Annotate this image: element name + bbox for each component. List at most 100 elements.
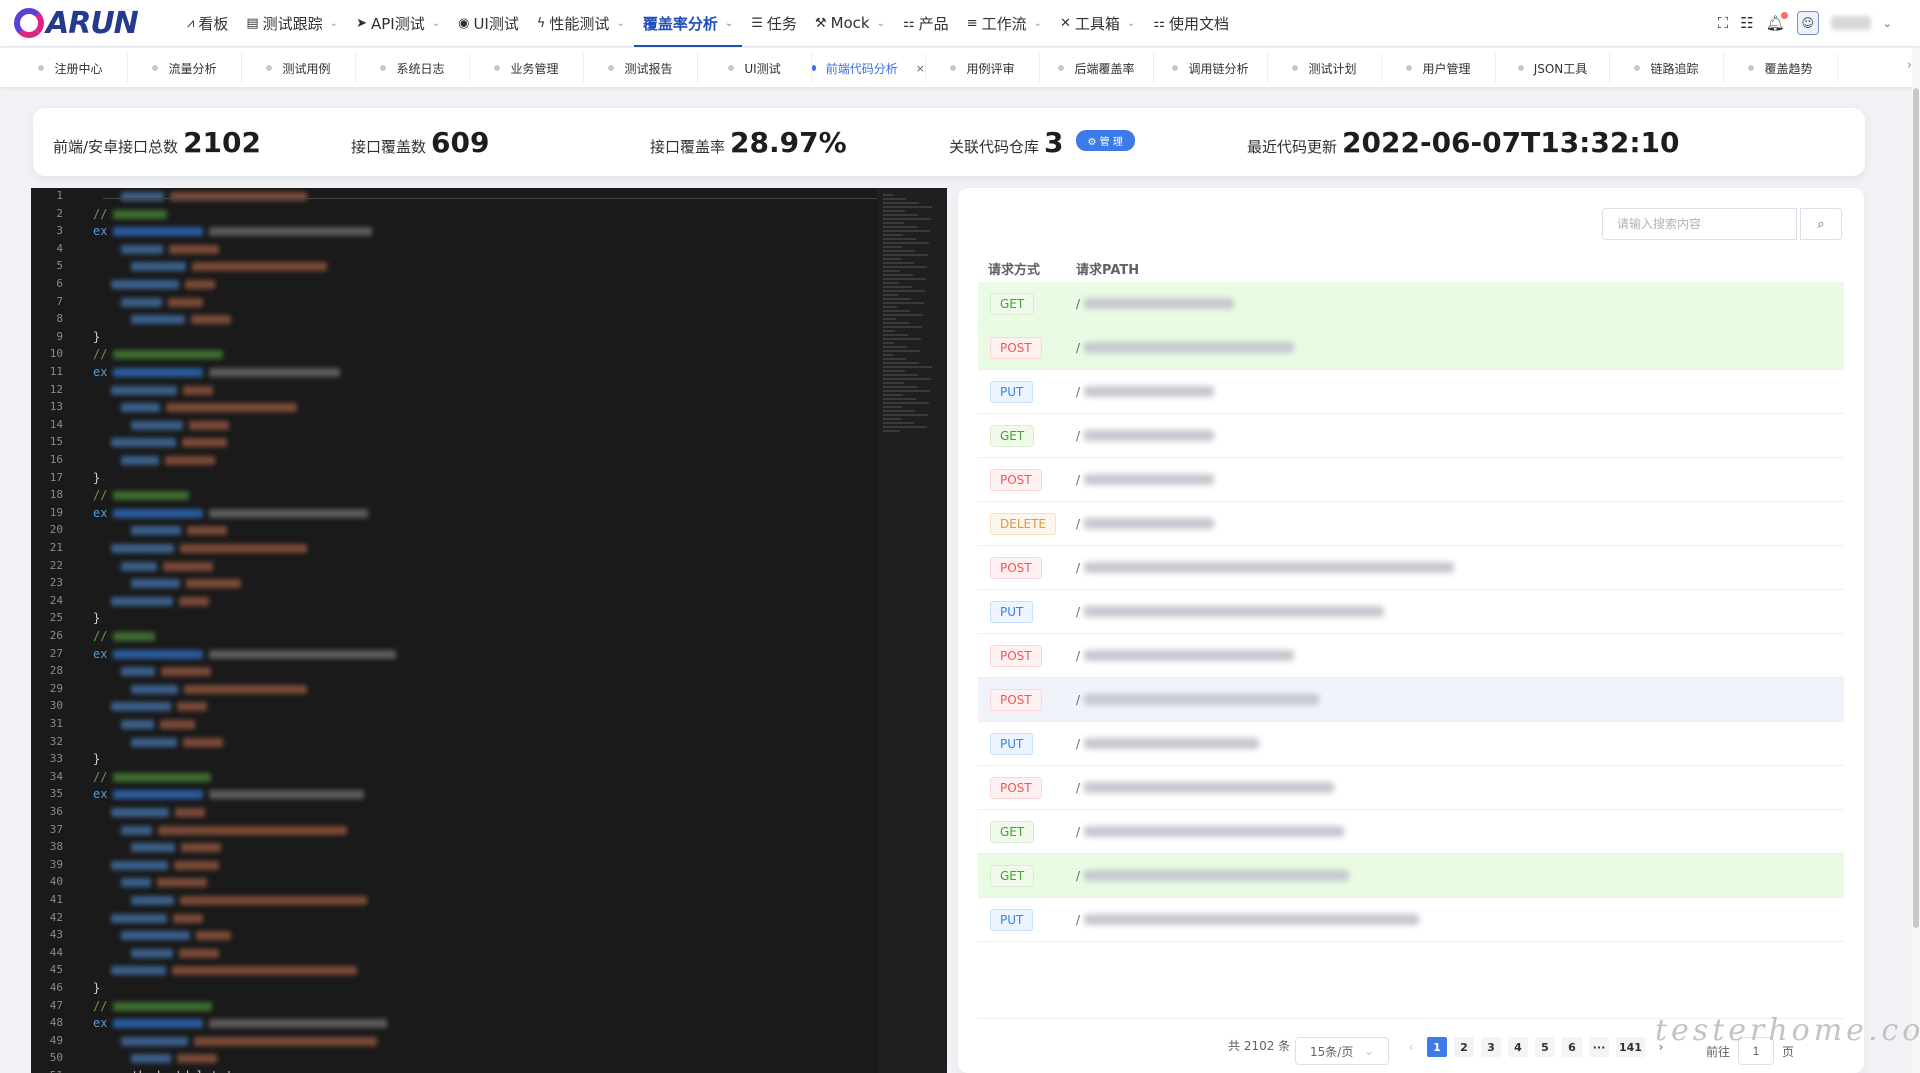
stat-covered: 接口覆盖数 609 bbox=[351, 126, 489, 159]
tab-8[interactable]: 用例评审 bbox=[926, 53, 1040, 83]
code-editor[interactable]: 1 2 3 4 5 6 7 8 9 10 11 12 13 14 15 16 17 18 19 20 21 22 23 24 2… bbox=[31, 188, 947, 1073]
table-row[interactable]: PUT / bbox=[978, 370, 1844, 414]
scrollbar-thumb[interactable] bbox=[1913, 88, 1919, 928]
tab-14[interactable]: 链路追踪 bbox=[1610, 53, 1724, 83]
table-row[interactable]: PUT / bbox=[978, 722, 1844, 766]
nav-item-5[interactable]: 覆盖率分析 ⌄ bbox=[633, 0, 743, 47]
nav-item-7[interactable]: ⚒ Mock ⌄ bbox=[806, 0, 894, 46]
table-row[interactable]: PUT / bbox=[978, 898, 1844, 942]
tab-5[interactable]: 测试报告 bbox=[584, 53, 698, 83]
minimap-line bbox=[883, 334, 908, 336]
nav-item-1[interactable]: ▤ 测试跟踪 ⌄ bbox=[237, 0, 347, 46]
nav-item-11[interactable]: ⚏ 使用文档 bbox=[1144, 0, 1238, 46]
nav-item-9[interactable]: ≡ 工作流 ⌄ bbox=[958, 0, 1051, 46]
tab-2[interactable]: 测试用例 bbox=[242, 53, 356, 83]
line-number: 16 bbox=[49, 453, 63, 466]
prev-page-icon[interactable]: ‹ bbox=[1402, 1040, 1420, 1054]
minimap-line bbox=[883, 278, 926, 280]
table-row[interactable]: GET / bbox=[978, 810, 1844, 854]
username-blurred[interactable] bbox=[1830, 16, 1871, 30]
code-line: } bbox=[93, 470, 101, 485]
code-line: ex bbox=[93, 647, 397, 663]
table-row[interactable]: DELETE / bbox=[978, 502, 1844, 546]
minimap-line bbox=[883, 362, 919, 364]
code-line bbox=[93, 699, 207, 715]
page-number[interactable]: 6 bbox=[1562, 1037, 1582, 1057]
table-row[interactable]: POST / bbox=[978, 766, 1844, 810]
method-tag: POST bbox=[990, 644, 1042, 667]
tab-10[interactable]: 调用链分析 bbox=[1154, 53, 1268, 83]
search-input[interactable] bbox=[1602, 208, 1797, 240]
method-tag: POST bbox=[990, 556, 1042, 579]
page-number[interactable]: ··· bbox=[1589, 1037, 1609, 1057]
stat-repo-value: 3 bbox=[1044, 126, 1064, 159]
checklist-icon[interactable]: ☷ bbox=[1740, 14, 1753, 32]
tab-label: 覆盖趋势 bbox=[1764, 61, 1813, 76]
tab-label: 前端代码分析 bbox=[825, 61, 898, 76]
minimap-line bbox=[883, 262, 914, 264]
tab-6[interactable]: UI测试 bbox=[698, 53, 812, 83]
minimap-line bbox=[883, 226, 917, 228]
table-row[interactable]: POST / bbox=[978, 458, 1844, 502]
method-cell: DELETE bbox=[978, 512, 1076, 535]
table-row[interactable]: POST / bbox=[978, 634, 1844, 678]
tab-15[interactable]: 覆盖趋势 bbox=[1724, 53, 1838, 83]
nav-item-2[interactable]: ➤ API测试 ⌄ bbox=[347, 0, 449, 46]
chevron-down-icon: ⌄ bbox=[616, 17, 625, 29]
minimap-line bbox=[883, 422, 914, 424]
minimap-line bbox=[883, 414, 928, 416]
nav-item-label: 使用文档 bbox=[1168, 14, 1229, 33]
table-row[interactable]: POST / bbox=[978, 326, 1844, 370]
tab-9[interactable]: 后端覆盖率 bbox=[1040, 53, 1154, 83]
table-row[interactable]: GET / bbox=[978, 282, 1844, 326]
tab-4[interactable]: 业务管理 bbox=[470, 53, 584, 83]
code-line: ex bbox=[93, 787, 365, 803]
search-button[interactable]: ⌕ bbox=[1800, 208, 1842, 240]
chevron-down-icon[interactable]: ⌄ bbox=[1883, 17, 1892, 30]
nav-item-6[interactable]: ☰ 任务 bbox=[742, 0, 806, 46]
method-cell: PUT bbox=[978, 380, 1076, 403]
tab-12[interactable]: 用户管理 bbox=[1382, 53, 1496, 83]
line-number: 15 bbox=[49, 435, 63, 449]
tab-11[interactable]: 测试计划 bbox=[1268, 53, 1382, 83]
code-line bbox=[93, 435, 227, 451]
nav-item-3[interactable]: ◉ UI测试 bbox=[449, 0, 528, 46]
page-number[interactable]: 4 bbox=[1508, 1037, 1528, 1057]
close-icon[interactable]: × bbox=[916, 62, 925, 75]
table-row[interactable]: GET / bbox=[978, 414, 1844, 458]
page-size-select[interactable]: 15条/页 ⌄ bbox=[1295, 1037, 1389, 1065]
path-cell-blurred: / bbox=[1076, 913, 1420, 927]
nav-item-10[interactable]: ✕ 工具箱 ⌄ bbox=[1051, 0, 1144, 46]
tags-list: 注册中心 流量分析 测试用例 系统日志 业务管理 测试报告 UI测试 前端代码分析 × 用例评审 后… bbox=[14, 53, 1838, 83]
nav-item-4[interactable]: ϟ 性能测试 ⌄ bbox=[528, 0, 634, 46]
tab-3[interactable]: 系统日志 bbox=[356, 53, 470, 83]
stat-rate-value: 28.97% bbox=[730, 126, 847, 159]
send-icon: ➤ bbox=[356, 15, 367, 31]
avatar[interactable]: ☺ bbox=[1796, 11, 1819, 35]
table-row[interactable]: GET / bbox=[978, 854, 1844, 898]
tab-13[interactable]: JSON工具 bbox=[1496, 53, 1610, 83]
editor-minimap[interactable] bbox=[877, 188, 947, 1073]
tab-7[interactable]: 前端代码分析 × bbox=[812, 53, 926, 83]
manage-repos-button[interactable]: ⚙ 管 理 bbox=[1075, 130, 1135, 151]
table-row[interactable]: POST / bbox=[978, 546, 1844, 590]
method-tag: PUT bbox=[990, 732, 1034, 755]
page-number[interactable]: 5 bbox=[1535, 1037, 1555, 1057]
page-number[interactable]: 1 bbox=[1427, 1037, 1447, 1057]
table-row[interactable]: PUT / bbox=[978, 590, 1844, 634]
table-row[interactable]: POST / bbox=[978, 678, 1844, 722]
nav-item-0[interactable]: ⩘ 看板 bbox=[178, 0, 237, 46]
minimap-line bbox=[883, 322, 909, 324]
stat-total: 前端/安卓接口总数 2102 bbox=[53, 126, 261, 159]
nav-item-8[interactable]: ⚏ 产品 bbox=[894, 0, 958, 46]
arun-logo[interactable]: ARUN bbox=[14, 6, 139, 41]
tab-0[interactable]: 注册中心 bbox=[14, 53, 128, 83]
path-cell-blurred: / bbox=[1076, 825, 1345, 839]
tab-1[interactable]: 流量分析 bbox=[128, 53, 242, 83]
page-number[interactable]: 3 bbox=[1481, 1037, 1501, 1057]
bell-icon[interactable]: 🔔︎ bbox=[1766, 12, 1788, 32]
page-number[interactable]: 141 bbox=[1616, 1037, 1645, 1057]
page-scrollbar[interactable] bbox=[1912, 48, 1920, 1073]
fullscreen-icon[interactable]: ⛶ bbox=[1718, 14, 1729, 32]
page-number[interactable]: 2 bbox=[1454, 1037, 1474, 1057]
